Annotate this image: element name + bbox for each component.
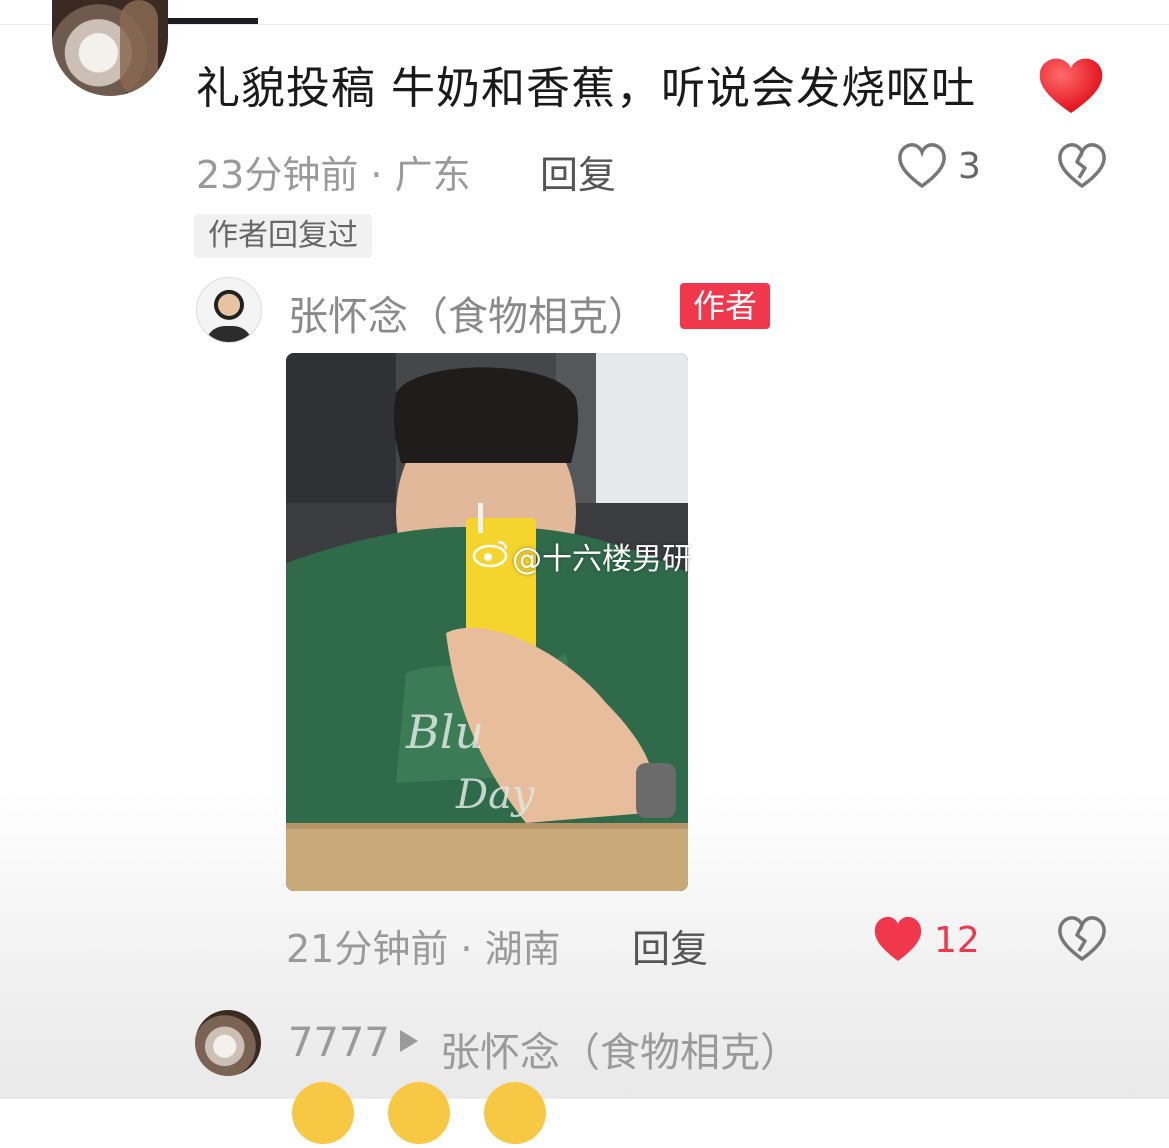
reply-author-name[interactable]: 张怀念（食物相克）: [288, 284, 648, 342]
reply-image[interactable]: Blu Day: [286, 353, 688, 891]
red-heart-emoji-icon: [1039, 58, 1103, 113]
comment-like-count: 3: [958, 146, 981, 187]
face-emoji-icon: [292, 1082, 354, 1144]
broken-heart-icon[interactable]: [1056, 142, 1108, 190]
play-triangle-icon: [400, 1030, 418, 1052]
svg-text:Blu: Blu: [405, 705, 484, 759]
author-avatar[interactable]: [196, 277, 262, 343]
face-emoji-icon: [484, 1082, 546, 1144]
comment-text: 礼貌投稿 牛奶和香蕉，听说会发烧呕吐: [196, 63, 976, 114]
face-emoji-icon: [388, 1082, 450, 1144]
sub-reply-emoji-row: [292, 1082, 580, 1148]
broken-heart-icon[interactable]: [1056, 915, 1108, 963]
svg-text:Day: Day: [455, 772, 536, 818]
comment-reply-button[interactable]: 回复: [540, 144, 616, 199]
heart-outline-icon[interactable]: [896, 142, 948, 190]
reply-like-count: 12: [934, 920, 980, 961]
author-badge: 作者: [680, 283, 770, 329]
sub-reply-target-name[interactable]: 张怀念（食物相克）: [440, 1020, 800, 1078]
comment-time-location: 23分钟前 · 广东: [196, 153, 471, 197]
sub-reply-username[interactable]: 7777: [288, 1020, 390, 1066]
author-replied-tag: 作者回复过: [194, 214, 372, 258]
reply-reply-button[interactable]: 回复: [632, 918, 708, 973]
reply-time-location: 21分钟前 · 湖南: [286, 927, 561, 971]
image-watermark: @十六楼男研: [512, 542, 692, 577]
commenter-avatar[interactable]: [52, 0, 168, 96]
sub-reply-avatar[interactable]: [195, 1010, 261, 1076]
top-divider: [0, 24, 1169, 25]
weibo-logo-icon: [472, 540, 508, 568]
reply-image-drawing: Blu Day: [286, 353, 688, 891]
heart-filled-icon[interactable]: [872, 915, 924, 963]
